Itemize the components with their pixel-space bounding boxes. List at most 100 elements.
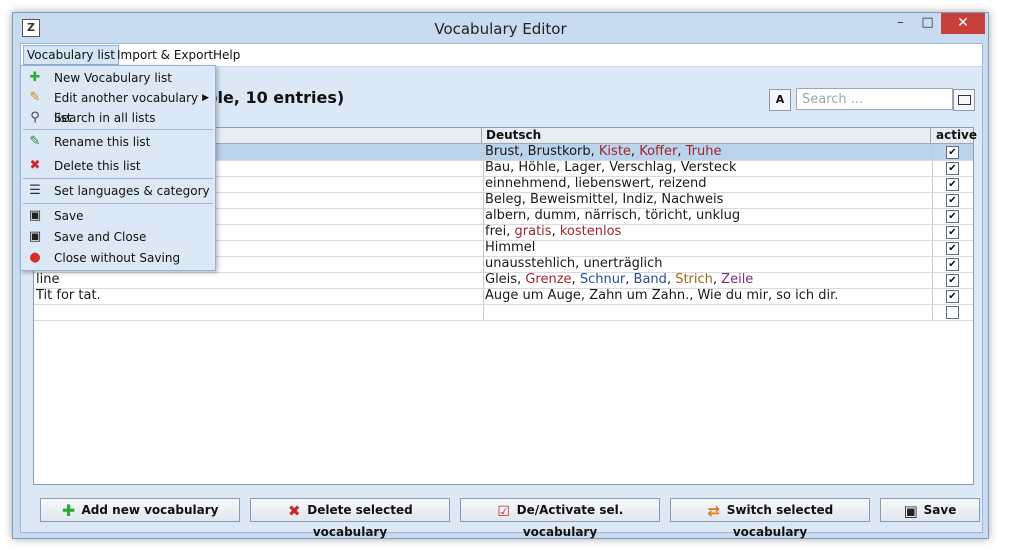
search-input[interactable]	[796, 88, 953, 110]
active-cell: ✔	[933, 160, 975, 176]
column-deutsch-header[interactable]: Deutsch	[483, 128, 931, 143]
active-checkbox[interactable]: ✔	[946, 290, 959, 303]
window-title: Vocabulary Editor	[434, 20, 567, 38]
active-cell: ✔	[933, 176, 975, 192]
deutsch-cell[interactable]: unausstehlich, unerträglich	[483, 256, 933, 272]
checkbox-edit-icon: ☑	[497, 504, 510, 520]
translation-word: ,	[551, 224, 560, 239]
rename-icon: ✎	[29, 134, 41, 149]
translation-word: kostenlos	[559, 224, 622, 239]
translation-word: frei	[485, 224, 507, 239]
active-checkbox[interactable]	[946, 306, 959, 319]
active-checkbox[interactable]: ✔	[946, 210, 959, 223]
active-cell: ✔	[933, 144, 975, 160]
menu-item-pencil[interactable]: ✎ Edit another vocabulary list ▶	[21, 88, 215, 125]
source-cell[interactable]	[34, 304, 484, 320]
active-cell: ✔	[933, 240, 975, 256]
floppy-icon: ▣	[903, 502, 918, 520]
menu-item-plus[interactable]: ✚ New Vocabulary list	[21, 68, 215, 88]
deutsch-cell[interactable]: einnehmend, liebenswert, reizend	[483, 176, 933, 192]
deutsch-cell[interactable]: albern, dumm, närrisch, töricht, unklug	[483, 208, 933, 224]
translation-word: ,	[506, 224, 515, 239]
translation-word: Koffer	[639, 144, 678, 159]
active-cell: ✔	[933, 272, 975, 288]
pencil-icon: ✎	[29, 90, 41, 105]
active-checkbox[interactable]: ✔	[946, 194, 959, 207]
deutsch-cell[interactable]: Auge um Auge, Zahn um Zahn., Wie du mir,…	[483, 288, 933, 304]
active-checkbox[interactable]: ✔	[946, 162, 959, 175]
maximize-button[interactable]: □	[914, 13, 941, 34]
magnifier-icon: ⚲	[30, 110, 40, 125]
deutsch-cell[interactable]: Brust, Brustkorb, Kiste, Koffer, Truhe	[483, 144, 933, 160]
active-checkbox[interactable]: ✔	[946, 258, 959, 271]
translation-word: Zeile	[721, 272, 754, 287]
translation-word: ,	[571, 272, 580, 287]
translation-word: Brustkorb	[527, 144, 591, 159]
add-vocabulary-button[interactable]: ✚ Add new vocabulary	[40, 498, 240, 522]
menu-item-list-settings[interactable]: ☰ Set languages & category	[21, 181, 215, 201]
menu-item-rename[interactable]: ✎ Rename this list	[21, 132, 215, 152]
deutsch-cell[interactable]: Gleis, Grenze, Schnur, Band, Strich, Zei…	[483, 272, 933, 288]
column-active-header[interactable]: active	[933, 128, 977, 143]
deutsch-cell[interactable]: Beleg, Beweismittel, Indiz, Nachweis	[483, 192, 933, 208]
menu-item-floppy[interactable]: ▣ Save	[21, 206, 215, 226]
switch-vocabulary-button[interactable]: ⇄ Switch selected vocabulary	[670, 498, 870, 539]
translation-word: Schnur	[579, 272, 626, 287]
source-cell[interactable]: line	[34, 272, 484, 288]
translation-word: Himmel	[485, 240, 536, 255]
deutsch-cell[interactable]: frei, gratis, kostenlos	[483, 224, 933, 240]
active-checkbox[interactable]: ✔	[946, 242, 959, 255]
translation-word: gratis	[514, 224, 552, 239]
menu-bar: Vocabulary list Import & Export Help	[21, 44, 982, 67]
menu-import-export[interactable]: Import & Export	[114, 46, 216, 64]
active-cell: ✔	[933, 224, 975, 240]
translation-word: Bau, Höhle, Lager, Verschlag, Versteck	[485, 160, 737, 175]
menu-separator	[23, 203, 213, 204]
delete-vocabulary-button[interactable]: ✖ Delete selected vocabulary	[250, 498, 450, 539]
active-cell: ✔	[933, 192, 975, 208]
list-heading: ple, 10 entries)	[206, 88, 345, 107]
menu-help[interactable]: Help	[210, 46, 243, 64]
menu-item-no-save[interactable]: ● Close without Saving	[21, 248, 215, 268]
table-row[interactable]: line Gleis, Grenze, Schnur, Band, Strich,…	[34, 272, 973, 289]
translation-word: Grenze	[525, 272, 572, 287]
translation-word: Auge um Auge, Zahn um Zahn., Wie du mir,…	[485, 288, 839, 303]
switch-arrows-icon: ⇄	[707, 502, 721, 520]
font-size-button[interactable]: A	[769, 89, 791, 111]
menu-item-floppy-close[interactable]: ▣ Save and Close	[21, 227, 215, 247]
source-cell[interactable]: Tit for tat.	[34, 288, 484, 304]
toggle-vocabulary-button[interactable]: ☑ De/Activate sel. vocabulary	[460, 498, 660, 539]
menu-item-label: Close without Saving	[54, 251, 181, 265]
menu-item-label: Delete this list	[54, 159, 141, 173]
active-checkbox[interactable]: ✔	[946, 146, 959, 159]
translation-word: Kiste	[598, 144, 631, 159]
deutsch-cell[interactable]: Himmel	[483, 240, 933, 256]
table-row[interactable]: Tit for tat. Auge um Auge, Zahn um Zahn.,…	[34, 288, 973, 305]
translation-word: ,	[666, 272, 676, 287]
title-bar[interactable]: Z Vocabulary Editor – □ ✕	[13, 13, 988, 43]
menu-vocabulary-list[interactable]: Vocabulary list	[23, 45, 119, 65]
delete-icon: ✖	[287, 502, 301, 520]
active-checkbox[interactable]: ✔	[946, 178, 959, 191]
menu-item-magnifier[interactable]: ⚲ Search in all lists	[21, 108, 215, 128]
menu-item-label: Save and Close	[54, 230, 147, 244]
panel-toggle-icon[interactable]	[953, 89, 975, 111]
translation-word: einnehmend, liebenswert, reizend	[485, 176, 707, 191]
active-checkbox[interactable]: ✔	[946, 274, 959, 287]
menu-item-delete[interactable]: ✖ Delete this list	[21, 156, 215, 176]
close-button[interactable]: ✕	[941, 13, 985, 34]
save-button[interactable]: ▣ Save	[880, 498, 980, 522]
no-save-icon: ●	[29, 250, 41, 265]
active-checkbox[interactable]: ✔	[946, 226, 959, 239]
table-row[interactable]	[34, 304, 973, 321]
active-cell	[933, 304, 975, 320]
deutsch-cell[interactable]: Bau, Höhle, Lager, Verschlag, Versteck	[483, 160, 933, 176]
delete-icon: ✖	[29, 158, 41, 173]
active-cell: ✔	[933, 256, 975, 272]
translation-word: ,	[712, 272, 722, 287]
plus-icon: ✚	[29, 70, 41, 85]
floppy-icon: ▣	[28, 208, 42, 223]
deutsch-cell[interactable]	[483, 304, 933, 320]
minimize-button[interactable]: –	[887, 13, 914, 34]
translation-word: ,	[519, 144, 528, 159]
